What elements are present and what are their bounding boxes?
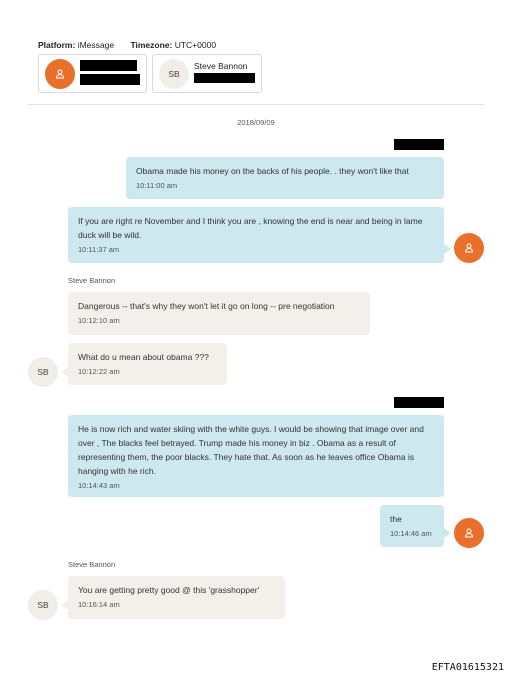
platform-label: Platform: xyxy=(38,40,76,50)
bubble-tail xyxy=(444,244,451,254)
message-bubble-outgoing: the 10:14:46 am xyxy=(380,505,444,547)
bubble-tail xyxy=(61,367,68,377)
message-text: You are getting pretty good @ this 'gras… xyxy=(78,585,260,595)
message-time: 10:11:37 am xyxy=(78,245,120,254)
export-header: Platform: iMessage Timezone: UTC+0000 xyxy=(38,40,216,50)
message-text: Dangerous -- that's why they won't let i… xyxy=(78,301,335,311)
sender-name: Steve Bannon xyxy=(68,276,116,285)
message-bubble-incoming: Dangerous -- that's why they won't let i… xyxy=(68,292,370,335)
message-text: He is now rich and water skiing with the… xyxy=(78,424,424,476)
sender-name: Steve Bannon xyxy=(68,560,116,569)
avatar: SB xyxy=(28,357,58,387)
message-text: What do u mean about obama ??? xyxy=(78,352,209,362)
person-icon xyxy=(55,69,65,79)
message-bubble-outgoing: Obama made his money on the backs of his… xyxy=(126,157,444,199)
message-text: Obama made his money on the backs of his… xyxy=(136,166,409,176)
message-time: 10:14:43 am xyxy=(78,481,120,490)
person-icon xyxy=(464,243,474,253)
message-bubble-incoming: You are getting pretty good @ this 'gras… xyxy=(68,576,285,619)
avatar xyxy=(454,233,484,263)
message-text: the xyxy=(390,514,402,524)
redacted-number xyxy=(80,74,140,85)
message-bubble-outgoing: He is now rich and water skiing with the… xyxy=(68,415,444,497)
redacted-sender xyxy=(394,397,444,408)
avatar: SB xyxy=(159,59,189,89)
avatar: SB xyxy=(28,590,58,620)
message-time: 10:14:46 am xyxy=(390,529,432,538)
participant-card-steve-bannon: SB Steve Bannon xyxy=(152,54,262,93)
avatar xyxy=(454,518,484,548)
message-time: 10:12:22 am xyxy=(78,367,120,376)
message-time: 10:16:14 am xyxy=(78,600,120,609)
message-time: 10:12:10 am xyxy=(78,316,120,325)
message-text: If you are right re November and I think… xyxy=(78,216,423,240)
redacted-number xyxy=(194,73,255,83)
participant-name: Steve Bannon xyxy=(194,61,248,71)
timezone-value: UTC+0000 xyxy=(174,40,217,50)
message-bubble-incoming: What do u mean about obama ??? 10:12:22 … xyxy=(68,343,227,385)
bubble-tail xyxy=(61,600,68,610)
bubble-tail xyxy=(444,528,451,538)
message-time: 10:11:00 am xyxy=(136,181,178,190)
platform-value: iMessage xyxy=(77,40,115,50)
redacted-name xyxy=(80,60,137,71)
person-icon xyxy=(464,528,474,538)
participant-card-owner xyxy=(38,54,147,93)
header-divider xyxy=(28,104,484,105)
redacted-sender xyxy=(394,139,444,150)
message-bubble-outgoing: If you are right re November and I think… xyxy=(68,207,444,263)
date-divider: 2018/09/09 xyxy=(237,118,275,127)
document-id: EFTA01615321 xyxy=(431,662,504,673)
timezone-label: Timezone: xyxy=(130,40,173,50)
avatar xyxy=(45,59,75,89)
